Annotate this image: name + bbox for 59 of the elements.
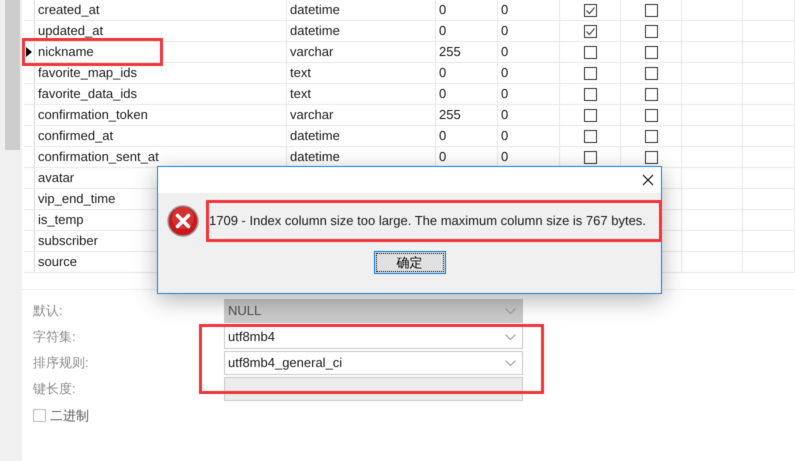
table-cell: 0 [436,21,498,41]
field-label: 排序规则: [33,354,90,372]
table-cell: varchar [287,42,436,62]
field-label: 键长度: [33,380,77,398]
table-cell: 0 [498,63,560,83]
checkbox[interactable] [644,151,658,164]
checkbox[interactable] [644,109,658,122]
select-field[interactable]: utf8mb4_general_ci [224,351,523,375]
table-cell: confirmation_token [35,105,287,125]
error-icon [167,205,199,237]
table-cell: updated_at [35,21,287,41]
field-label: 默认: [33,302,64,320]
close-icon[interactable] [642,174,654,186]
table-cell: favorite_map_ids [35,63,287,83]
table-cell: nickname [35,42,287,62]
table-cell: datetime [287,0,436,20]
caret-icon [505,360,516,366]
checkbox[interactable] [584,88,596,101]
checkbox[interactable] [33,409,46,422]
table-cell: 0 [498,21,560,41]
checkbox[interactable] [584,151,596,164]
checkbox[interactable] [644,46,658,59]
table-cell: 255 [436,105,498,125]
checkbox[interactable] [584,67,596,80]
table-cell: datetime [287,21,436,41]
table-cell: 0 [498,0,560,20]
caret-icon [505,308,516,314]
field-label: 字符集: [33,328,77,346]
checkbox[interactable] [644,67,658,80]
table-cell: 0 [436,63,498,83]
checkbox[interactable] [644,4,658,17]
checkbox[interactable] [584,25,596,38]
table-cell: favorite_data_ids [35,84,287,104]
table-cell: 255 [436,42,498,62]
table-cell: 0 [498,42,560,62]
table-cell: varchar [287,105,436,125]
table-cell: text [287,63,436,83]
checkbox[interactable] [584,46,596,59]
table-cell: 0 [498,126,560,146]
table-cell: created_at [35,0,287,20]
checkbox[interactable] [584,4,596,17]
table-cell: confirmed_at [35,126,287,146]
ok-button[interactable]: 确定 [374,251,446,274]
scrollbar-thumb[interactable] [5,0,20,150]
table-cell: 0 [436,126,498,146]
table-cell: 0 [498,105,560,125]
select-field[interactable]: utf8mb4 [224,325,523,349]
checkbox[interactable] [644,130,658,143]
table-cell: text [287,84,436,104]
checkbox[interactable] [644,88,658,101]
checkbox[interactable] [584,109,596,122]
checkbox[interactable] [584,130,596,143]
caret-icon [505,334,516,340]
table-cell: 0 [436,84,498,104]
checkbox[interactable] [644,25,658,38]
checkbox-label: 二进制 [50,407,89,425]
table-cell: 0 [436,0,498,20]
table-cell: datetime [287,126,436,146]
table-cell: 0 [498,84,560,104]
